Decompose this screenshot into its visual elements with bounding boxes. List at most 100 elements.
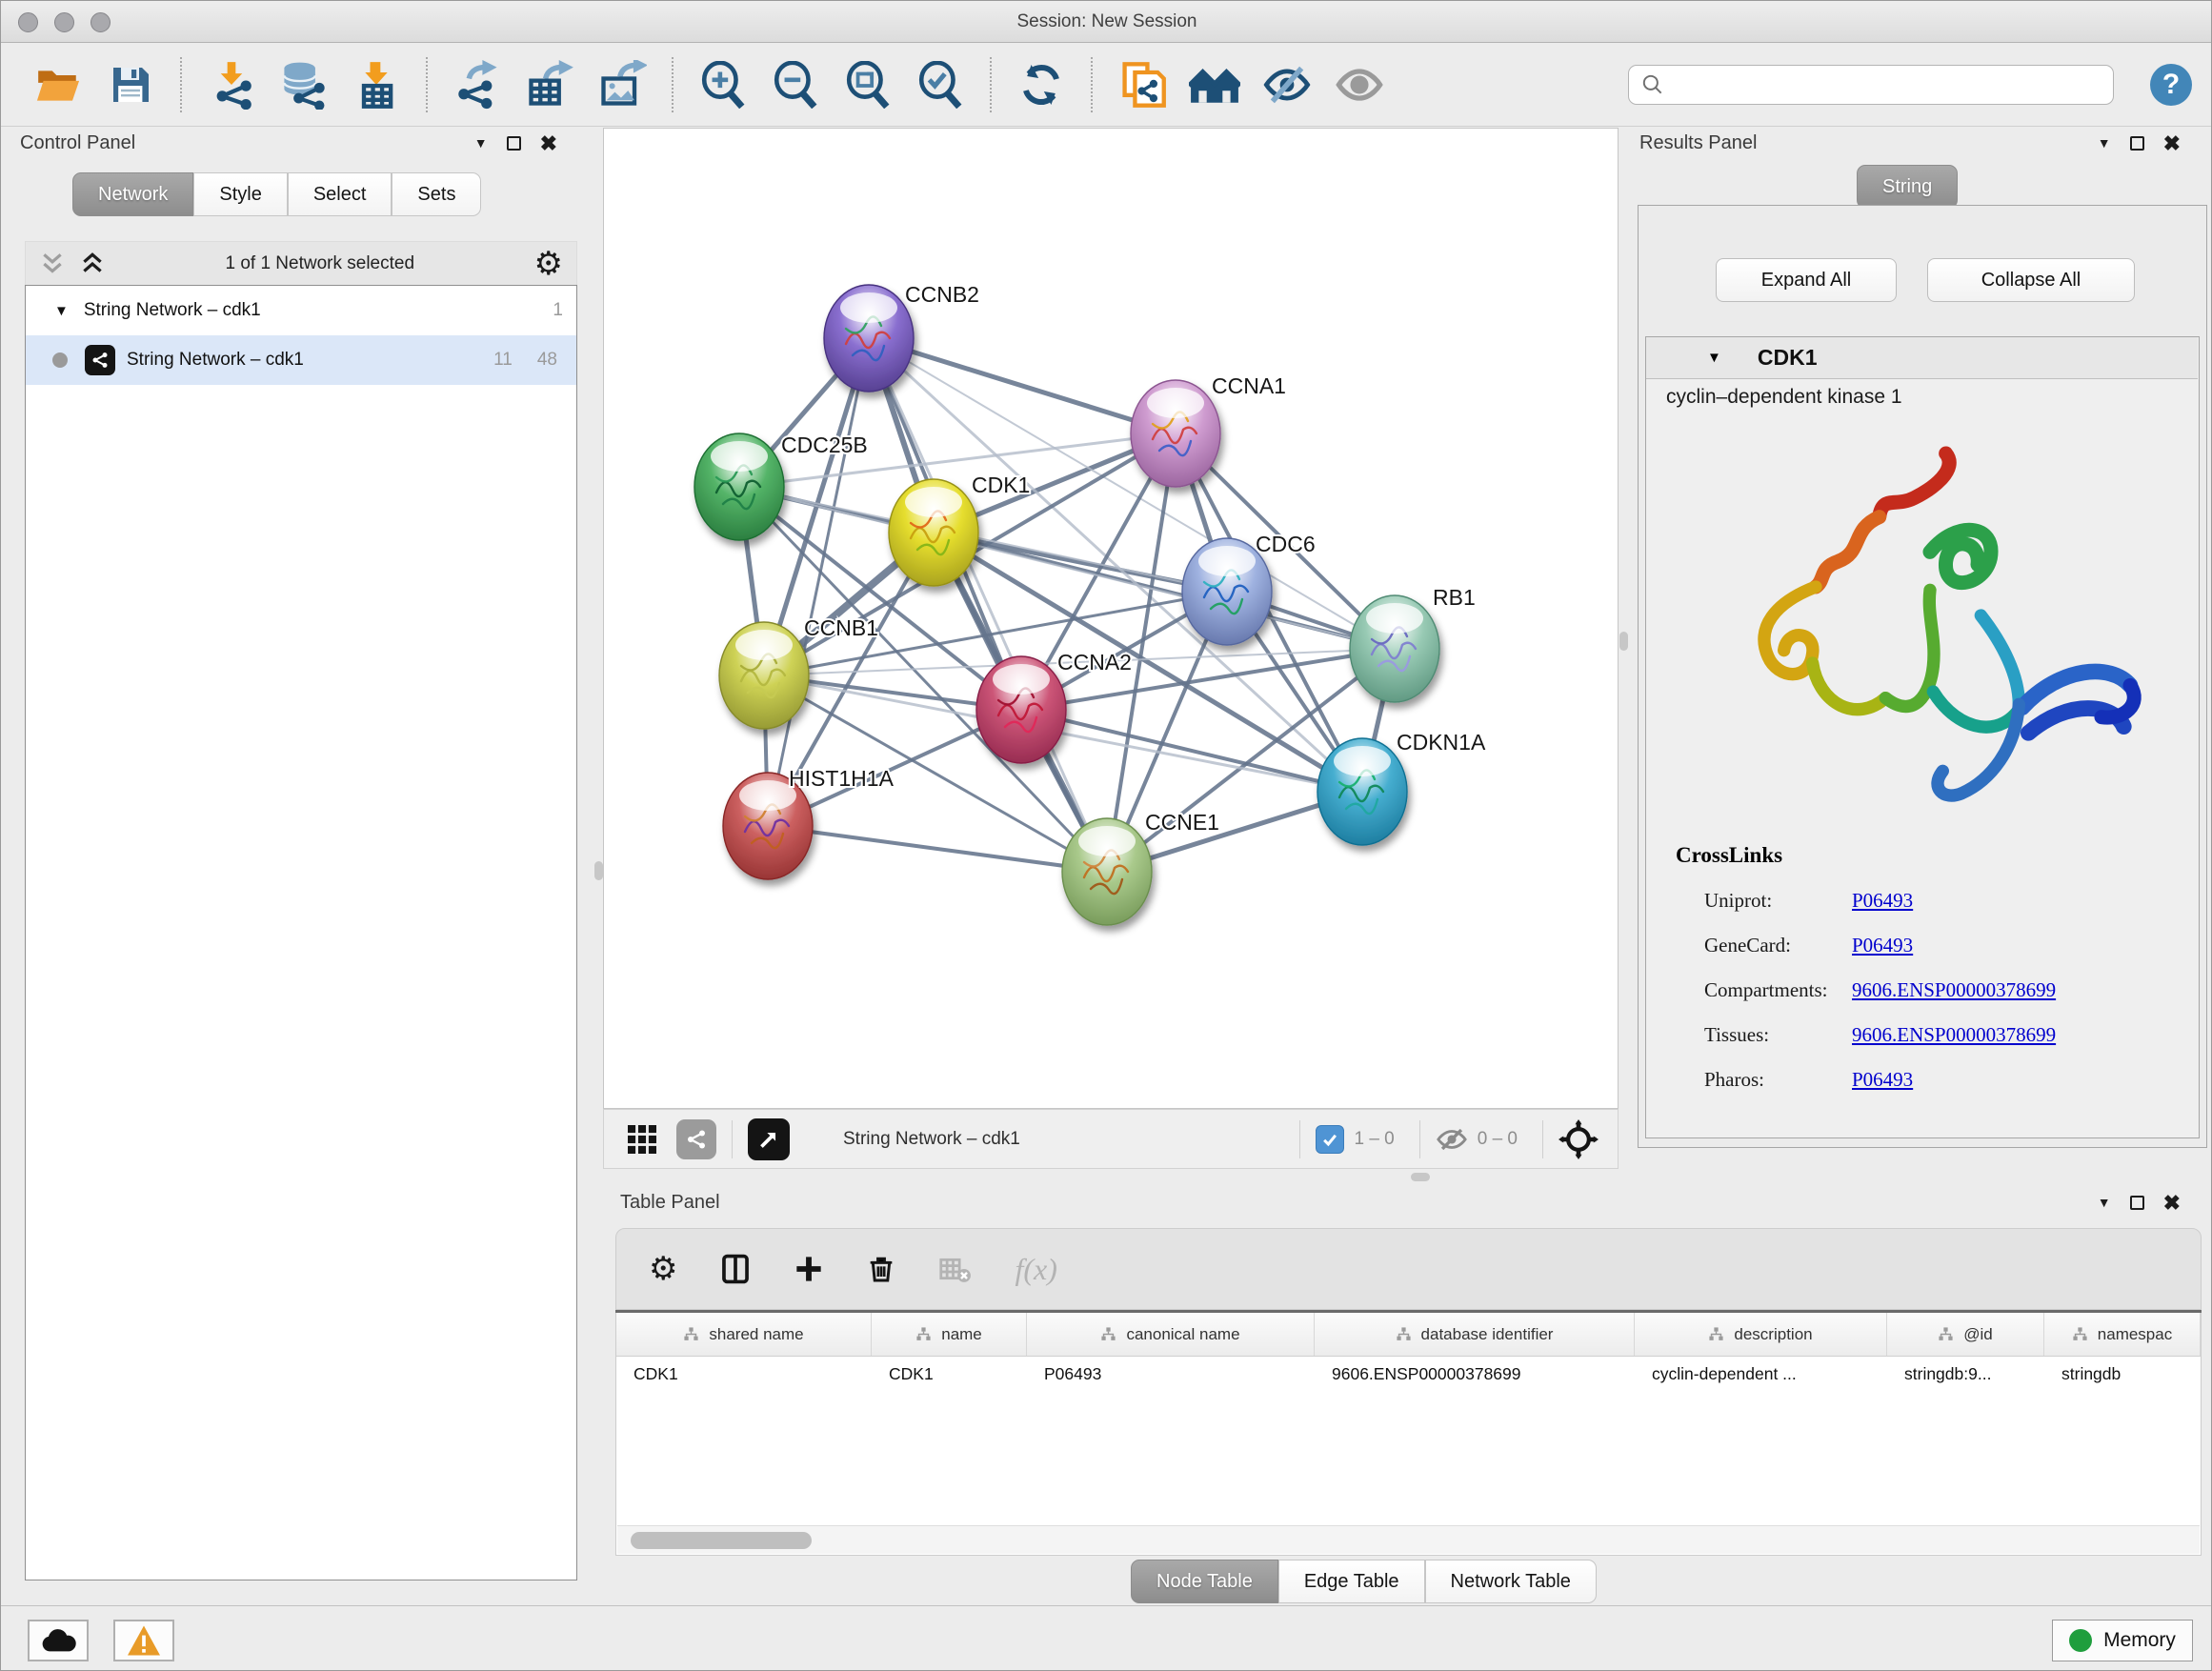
network-node-CDK1[interactable]	[889, 479, 978, 586]
birdseye-view-icon[interactable]	[748, 1118, 790, 1160]
panel-close-icon[interactable]: ✖	[2163, 136, 2181, 151]
import-network-file-button[interactable]	[206, 59, 257, 111]
clone-network-button[interactable]	[1116, 59, 1168, 111]
export-network-button[interactable]	[452, 59, 503, 111]
column-header-namespac[interactable]: namespac	[2044, 1313, 2201, 1356]
create-column-plus-icon[interactable]	[794, 1254, 824, 1284]
zoom-fit-button[interactable]	[842, 59, 894, 111]
tab-network-table[interactable]: Network Table	[1425, 1560, 1597, 1603]
column-header-name[interactable]: name	[872, 1313, 1027, 1356]
column-header-canonical-name[interactable]: canonical name	[1027, 1313, 1315, 1356]
column-header-shared-name[interactable]: shared name	[616, 1313, 872, 1356]
network-edge[interactable]	[739, 487, 1227, 592]
table-cell[interactable]: stringdb:9...	[1887, 1364, 2044, 1384]
zoom-out-button[interactable]	[770, 59, 821, 111]
network-edge[interactable]	[869, 338, 1107, 872]
gear-icon[interactable]: ⚙	[534, 248, 563, 280]
network-edge[interactable]	[1021, 710, 1362, 792]
panel-close-icon[interactable]: ✖	[540, 136, 557, 151]
network-node-RB1[interactable]	[1350, 595, 1439, 702]
tab-edge-table[interactable]: Edge Table	[1278, 1560, 1425, 1603]
network-collection-row[interactable]: ▼ String Network – cdk1 1	[26, 286, 576, 335]
help-button[interactable]: ?	[2150, 64, 2192, 106]
table-cell[interactable]: CDK1	[616, 1364, 872, 1384]
export-image-button[interactable]	[596, 59, 648, 111]
crosslink-link[interactable]: 9606.ENSP00000378699	[1852, 978, 2056, 1002]
splitter-handle-right[interactable]	[1619, 632, 1628, 651]
open-session-button[interactable]	[32, 59, 84, 111]
show-columns-icon[interactable]	[719, 1253, 752, 1285]
table-cell[interactable]: 9606.ENSP00000378699	[1315, 1364, 1635, 1384]
show-graphics-button[interactable]	[1334, 59, 1385, 111]
network-node-CCNB1[interactable]	[719, 622, 809, 729]
tab-select[interactable]: Select	[288, 172, 392, 216]
search-input[interactable]	[1665, 73, 2101, 95]
scrollbar-thumb[interactable]	[631, 1532, 812, 1549]
import-table-file-button[interactable]	[351, 59, 402, 111]
delete-column-trash-icon[interactable]	[866, 1254, 896, 1284]
network-edge[interactable]	[768, 826, 1107, 872]
network-node-CCNB2[interactable]	[824, 285, 914, 392]
network-node-CCNE1[interactable]	[1062, 818, 1152, 925]
network-row-selected[interactable]: String Network – cdk1 11 48	[26, 335, 576, 385]
zoom-window-button[interactable]	[90, 12, 111, 32]
close-window-button[interactable]	[18, 12, 38, 32]
table-settings-gear-icon[interactable]: ⚙	[649, 1253, 677, 1285]
crosslink-link[interactable]: 9606.ENSP00000378699	[1852, 1023, 2056, 1047]
table-cell[interactable]: CDK1	[872, 1364, 1027, 1384]
panel-close-icon[interactable]: ✖	[2163, 1196, 2181, 1210]
memory-button[interactable]: Memory	[2052, 1620, 2193, 1661]
expand-all-button[interactable]: Expand All	[1716, 258, 1897, 302]
crosslink-link[interactable]: P06493	[1852, 1068, 1913, 1092]
panel-float-icon[interactable]	[2130, 136, 2144, 151]
column-header-description[interactable]: description	[1635, 1313, 1887, 1356]
section-expander-icon[interactable]: ▼	[1707, 350, 1721, 366]
panel-float-icon[interactable]	[2130, 1196, 2144, 1210]
network-canvas[interactable]: CCNB2CCNA1CDC25BCDK1CDC6RB1CCNB1CCNA2CDK…	[603, 128, 1619, 1109]
panel-menu-icon[interactable]: ▼	[474, 135, 488, 151]
tab-network[interactable]: Network	[72, 172, 193, 216]
panel-menu-icon[interactable]: ▼	[2098, 1195, 2111, 1210]
tree-expander-icon[interactable]: ▼	[54, 303, 69, 319]
grid-view-icon[interactable]	[625, 1122, 659, 1157]
selected-indicator-checkbox[interactable]	[1316, 1125, 1344, 1154]
panel-float-icon[interactable]	[507, 136, 521, 151]
tab-node-table[interactable]: Node Table	[1131, 1560, 1278, 1603]
hide-graphics-button[interactable]	[1261, 59, 1313, 111]
table-cell[interactable]: stringdb	[2044, 1364, 2201, 1384]
tab-string[interactable]: String	[1857, 165, 1958, 209]
fit-selected-crosshair-icon[interactable]	[1558, 1119, 1599, 1159]
collapse-all-button[interactable]: Collapse All	[1927, 258, 2135, 302]
warnings-button[interactable]	[113, 1620, 174, 1661]
zoom-selected-button[interactable]	[915, 59, 966, 111]
table-horizontal-scrollbar[interactable]	[617, 1525, 2200, 1554]
import-network-database-button[interactable]	[278, 59, 330, 111]
table-row[interactable]: CDK1CDK1P064939606.ENSP00000378699cyclin…	[616, 1357, 2201, 1391]
save-session-button[interactable]	[105, 59, 156, 111]
column-header-database-identifier[interactable]: database identifier	[1315, 1313, 1635, 1356]
table-cell[interactable]: cyclin-dependent ...	[1635, 1364, 1887, 1384]
search-box[interactable]	[1628, 65, 2114, 105]
splitter-handle-bottom[interactable]	[1411, 1173, 1430, 1181]
network-share-view-icon[interactable]	[676, 1119, 716, 1159]
network-edge[interactable]	[869, 338, 1176, 433]
collapse-all-icon[interactable]	[39, 251, 66, 277]
splitter-handle-left[interactable]	[594, 861, 603, 880]
expand-all-icon[interactable]	[79, 251, 106, 277]
hidden-items-eye-icon[interactable]	[1436, 1123, 1468, 1156]
network-node-CCNA1[interactable]	[1131, 380, 1220, 487]
first-neighbors-button[interactable]	[1189, 59, 1240, 111]
network-node-CDKN1A[interactable]	[1317, 738, 1407, 845]
tab-style[interactable]: Style	[193, 172, 287, 216]
crosslink-link[interactable]: P06493	[1852, 934, 1913, 957]
zoom-in-button[interactable]	[697, 59, 749, 111]
network-node-CDC25B[interactable]	[694, 433, 784, 540]
table-cell[interactable]: P06493	[1027, 1364, 1315, 1384]
apply-layout-button[interactable]	[1016, 59, 1067, 111]
crosslink-link[interactable]: P06493	[1852, 889, 1913, 913]
panel-menu-icon[interactable]: ▼	[2098, 135, 2111, 151]
export-table-button[interactable]	[524, 59, 575, 111]
column-header--id[interactable]: @id	[1887, 1313, 2044, 1356]
minimize-window-button[interactable]	[54, 12, 74, 32]
network-node-CCNA2[interactable]	[976, 656, 1066, 763]
